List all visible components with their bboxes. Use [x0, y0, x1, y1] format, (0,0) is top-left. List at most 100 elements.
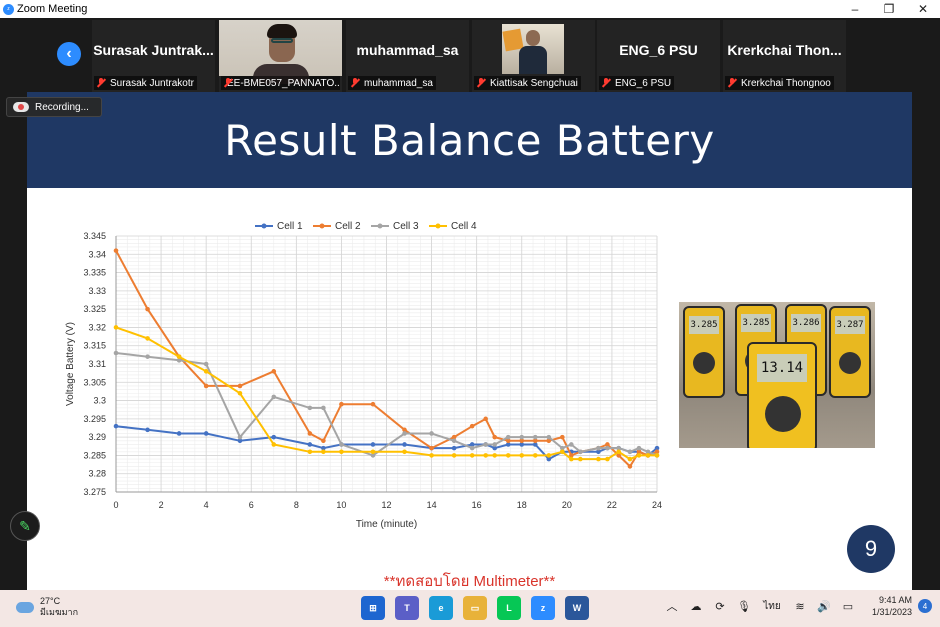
data-point: [560, 449, 565, 455]
show-hidden-icons-chevron-icon[interactable]: ︿: [663, 597, 681, 615]
microphone-icon[interactable]: 🎙: [735, 597, 753, 615]
data-point: [519, 453, 525, 458]
data-point: [203, 361, 209, 367]
sync-icon[interactable]: ⟳: [711, 597, 729, 615]
data-point: [483, 442, 488, 447]
teams-icon[interactable]: T: [395, 596, 419, 620]
wifi-icon[interactable]: ≋: [791, 597, 809, 615]
participant-video: [219, 20, 342, 84]
data-point: [636, 445, 642, 451]
data-point: [605, 456, 610, 462]
data-point: [492, 434, 498, 440]
x-tick-label: 22: [607, 500, 617, 510]
participant-label: Surasak Juntrakotr: [94, 76, 197, 90]
volume-icon[interactable]: 🔊: [815, 597, 833, 615]
y-tick-label: 3.315: [83, 341, 106, 351]
data-point: [532, 434, 538, 440]
multimeter: 3.287: [829, 306, 871, 398]
clock-date: 1/31/2023: [871, 607, 912, 617]
x-tick-label: 14: [427, 500, 437, 510]
clock-time: 9:41 AM: [878, 595, 912, 605]
data-point: [627, 464, 633, 469]
data-point: [654, 453, 660, 458]
maximize-button[interactable]: ❐: [872, 0, 906, 18]
data-point: [113, 325, 119, 330]
data-point: [469, 445, 475, 451]
legend-item: Cell 1: [255, 221, 303, 232]
data-point: [616, 449, 621, 455]
data-point: [429, 453, 434, 458]
data-point: [469, 453, 475, 458]
participant-tile[interactable]: Krerkchai Thon... Krerkchai Thongnoo: [723, 20, 846, 92]
data-point: [145, 306, 150, 312]
participant-label: EE-BME057_PANNATO...: [221, 76, 340, 90]
multimeter: 13.14: [747, 342, 817, 448]
edge-icon[interactable]: e: [429, 596, 453, 620]
data-point: [451, 453, 457, 458]
legend-label: Cell 4: [451, 221, 477, 232]
legend-marker: [319, 223, 325, 229]
data-point: [636, 453, 642, 458]
legend-item: Cell 2: [313, 221, 361, 232]
participant-tile[interactable]: ENG_6 PSU ENG_6 PSU: [597, 20, 720, 92]
weather-widget[interactable]: 27°C มีเมฆมาก: [16, 596, 78, 618]
file-explorer-icon[interactable]: ▭: [463, 596, 487, 620]
legend-marker: [377, 223, 383, 229]
legend-item: Cell 4: [429, 221, 477, 232]
muted-mic-icon: [350, 78, 360, 88]
minimize-button[interactable]: –: [838, 0, 872, 18]
participant-tile[interactable]: muhammad_sa muhammad_sa: [346, 20, 469, 92]
x-tick-label: 16: [472, 500, 482, 510]
word-icon[interactable]: W: [565, 596, 589, 620]
data-point: [237, 434, 243, 440]
zoom-logo-icon: z: [3, 3, 14, 15]
data-point: [578, 456, 583, 462]
line-icon[interactable]: L: [497, 596, 521, 620]
data-point: [569, 456, 574, 462]
annotate-pencil-button[interactable]: ✎: [10, 511, 40, 541]
start-icon[interactable]: ⊞: [361, 596, 385, 620]
taskbar-clock[interactable]: 9:41 AM 1/31/2023: [872, 594, 912, 618]
weather-temperature: 27°C: [40, 596, 61, 606]
data-point: [339, 401, 344, 407]
data-point: [145, 354, 150, 359]
zoom-window: z Zoom Meeting – ❐ ✕ ‹ Surasak Juntrak..…: [0, 0, 940, 627]
weather-description: มีเมฆมาก: [40, 607, 79, 617]
data-point: [519, 434, 525, 440]
participant-tile[interactable]: Surasak Juntrak... Surasak Juntrakotr: [92, 20, 215, 92]
x-tick-label: 24: [652, 500, 662, 510]
previous-page-button[interactable]: ‹: [57, 42, 81, 66]
data-point: [483, 416, 488, 422]
data-point: [451, 445, 457, 451]
y-tick-label: 3.285: [83, 450, 106, 460]
muted-mic-icon: [601, 78, 611, 88]
data-point: [271, 369, 277, 374]
recording-indicator[interactable]: Recording...: [6, 97, 102, 117]
data-point: [176, 431, 182, 436]
recording-label: Recording...: [35, 101, 89, 113]
participant-display-name: ENG_6 PSU: [619, 42, 698, 58]
data-point: [203, 383, 209, 389]
data-point: [645, 453, 651, 458]
battery-icon[interactable]: ▭: [839, 597, 857, 615]
data-point: [237, 383, 243, 389]
data-point: [113, 350, 119, 356]
y-tick-label: 3.34: [88, 249, 106, 259]
legend-marker: [435, 223, 441, 229]
data-point: [203, 369, 209, 374]
x-tick-label: 6: [249, 500, 254, 510]
participant-tile[interactable]: Kiattisak Sengchuai: [472, 20, 595, 92]
onedrive-cloud-icon[interactable]: ☁: [687, 597, 705, 615]
data-point: [492, 442, 498, 447]
participant-tile[interactable]: EE-BME057_PANNATO...: [219, 20, 342, 92]
multimeter-photo: 3.285 3.285 3.286 3.287 13.14: [679, 302, 875, 448]
data-point: [113, 423, 119, 429]
zoom-icon[interactable]: z: [531, 596, 555, 620]
y-tick-label: 3.325: [83, 304, 106, 314]
language-indicator[interactable]: ไทย: [759, 597, 785, 615]
close-button[interactable]: ✕: [906, 0, 940, 18]
data-point: [321, 405, 326, 411]
notification-badge[interactable]: 4: [918, 599, 932, 613]
data-point: [560, 434, 565, 440]
x-tick-label: 10: [336, 500, 346, 510]
